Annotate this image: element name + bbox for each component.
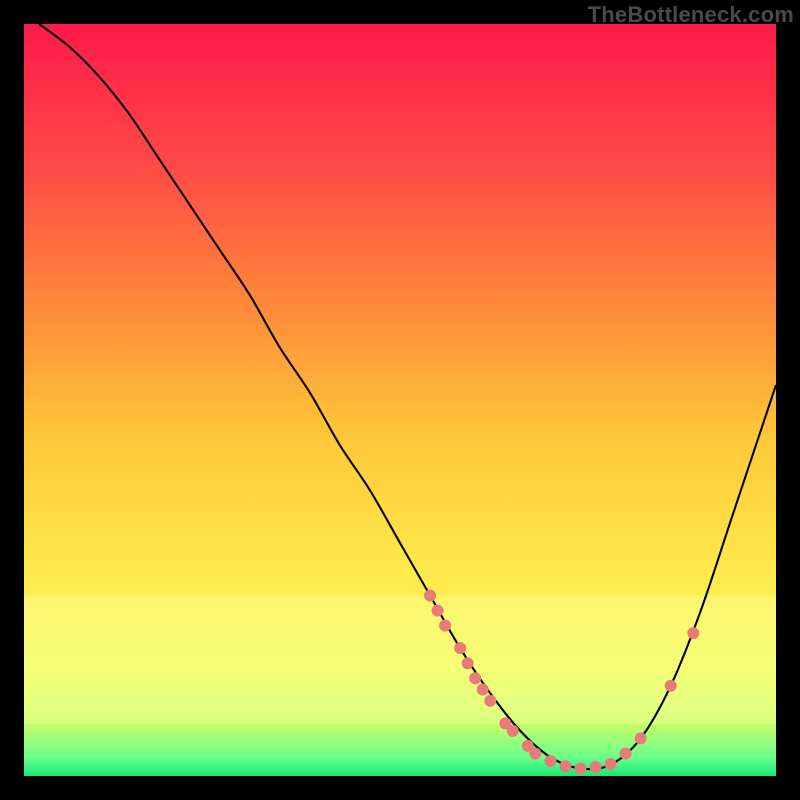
data-marker xyxy=(454,642,466,654)
data-marker xyxy=(507,725,519,737)
data-marker xyxy=(574,762,586,774)
data-marker xyxy=(665,680,677,692)
data-marker xyxy=(462,657,474,669)
chart-canvas xyxy=(24,24,776,776)
data-marker xyxy=(590,761,602,773)
data-marker xyxy=(544,755,556,767)
data-marker xyxy=(424,590,436,602)
data-marker xyxy=(477,684,489,696)
watermark-text: TheBottleneck.com xyxy=(588,2,794,28)
data-marker xyxy=(620,747,632,759)
data-marker xyxy=(432,605,444,617)
data-marker xyxy=(484,695,496,707)
data-marker xyxy=(687,627,699,639)
data-marker xyxy=(469,672,481,684)
data-marker xyxy=(605,758,617,770)
data-marker xyxy=(635,732,647,744)
data-marker xyxy=(439,620,451,632)
pale-band xyxy=(24,596,776,724)
data-marker xyxy=(529,747,541,759)
data-marker xyxy=(559,760,571,772)
chart-frame xyxy=(24,24,776,776)
